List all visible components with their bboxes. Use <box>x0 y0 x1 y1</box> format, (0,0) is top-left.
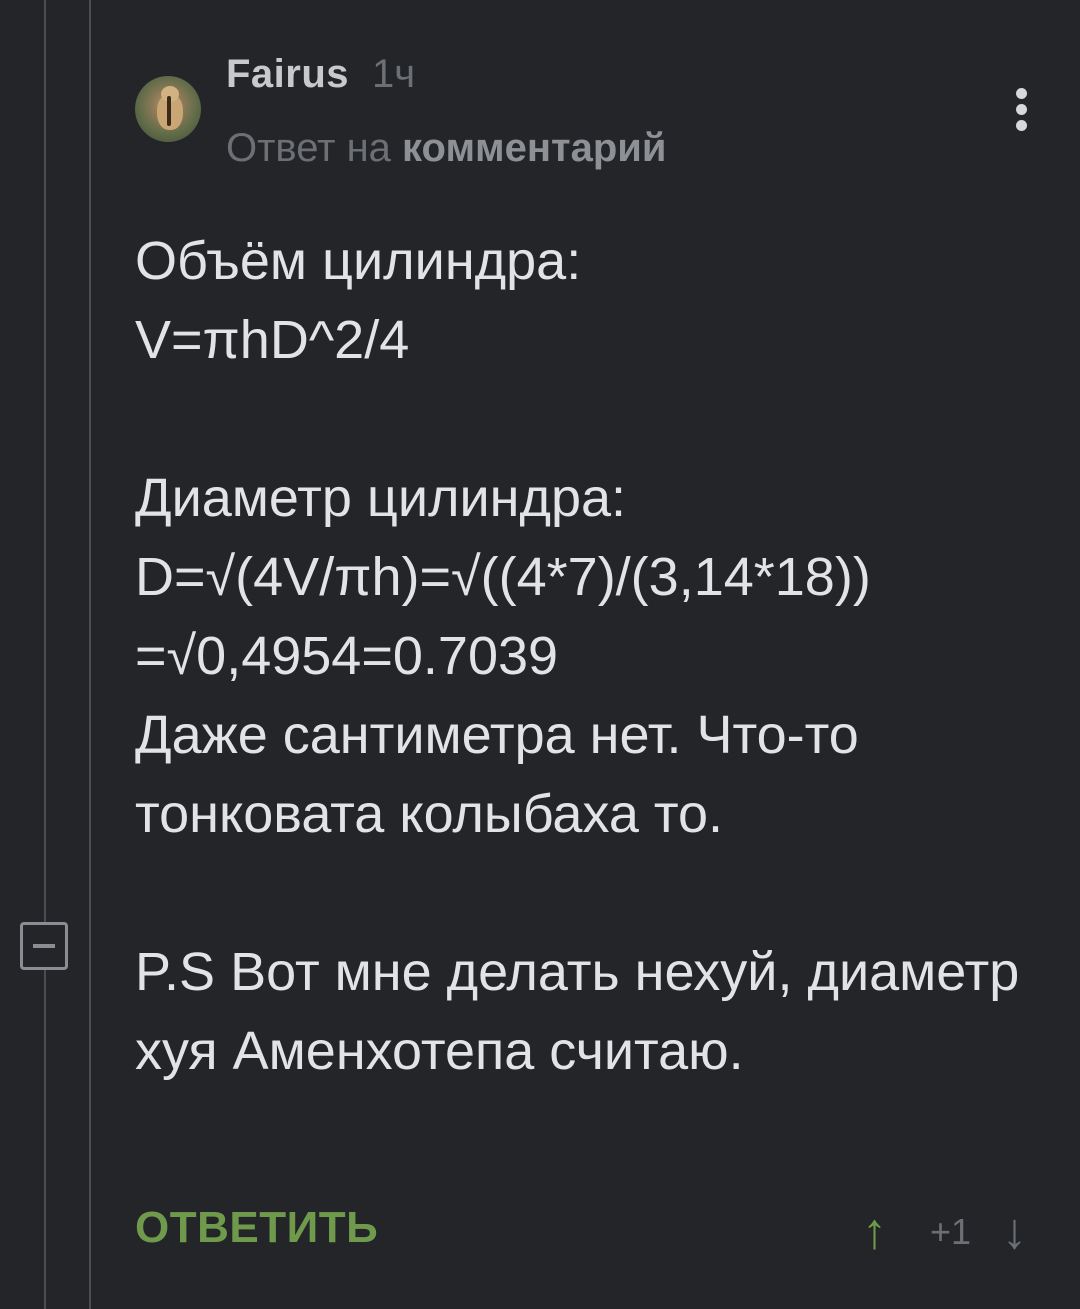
more-options-icon[interactable] <box>1005 84 1039 136</box>
downvote-arrow-down-icon[interactable]: ↓ <box>1002 1202 1027 1260</box>
comment-author[interactable]: Fairus <box>226 52 349 97</box>
reply-to-line: Ответ на комментарий <box>226 126 666 171</box>
reply-to-link[interactable]: комментарий <box>402 126 666 170</box>
avatar[interactable] <box>135 76 201 142</box>
minus-icon <box>33 944 55 948</box>
comment-text: Объём цилиндра: V=πhD^2/4 Диаметр цилинд… <box>135 231 1020 1081</box>
collapse-thread-button[interactable] <box>20 922 68 970</box>
reply-to-prefix: Ответ на <box>226 126 391 170</box>
reply-button[interactable]: ОТВЕТИТЬ <box>135 1203 378 1253</box>
thread-line-inner <box>89 0 91 1309</box>
avatar-chipmunk-stripe <box>167 96 171 126</box>
comment-time: 1ч <box>372 52 416 96</box>
thread-line-outer <box>44 0 46 1309</box>
upvote-arrow-up-icon[interactable]: ↑ <box>862 1202 887 1260</box>
comment-rating: +1 <box>930 1211 972 1252</box>
